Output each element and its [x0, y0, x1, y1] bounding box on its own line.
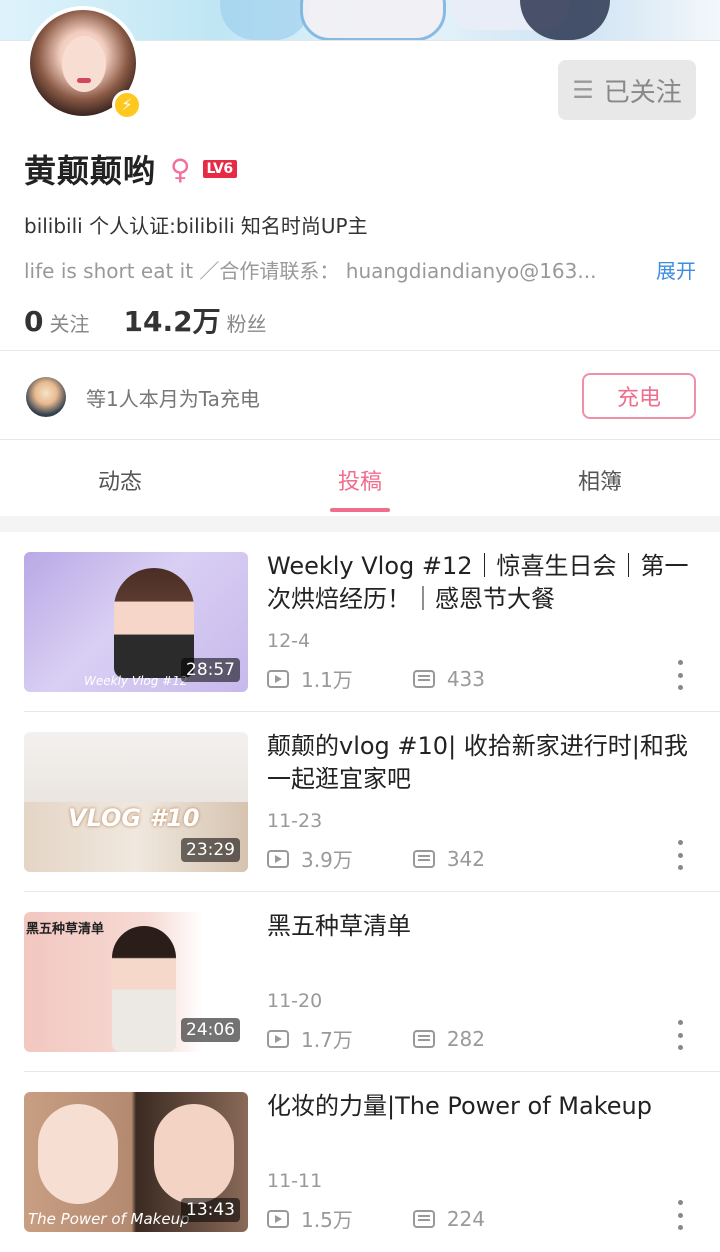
video-date: 12-4 [267, 630, 311, 652]
danmaku-icon [412, 669, 435, 688]
tab-albums[interactable]: 相簿 [540, 464, 660, 496]
signature-row: life is short eat it ／合作请联系： huangdiandi… [24, 255, 696, 284]
active-tab-indicator [330, 508, 390, 512]
danmaku-count: 342 [446, 846, 485, 871]
video-duration: 13:43 [181, 1198, 240, 1222]
avatar-lip [77, 78, 91, 83]
play-count-icon [267, 849, 289, 868]
following-label[interactable]: 关注 [49, 308, 89, 337]
video-title[interactable]: Weekly Vlog #12｜惊喜生日会｜第一次烘焙经历！｜感恩节大餐 [267, 550, 699, 616]
video-thumbnail[interactable]: 黑五种草清单 24:06 [24, 912, 248, 1052]
thumbnail-caption: 黑五种草清单 [26, 922, 105, 937]
video-item[interactable]: The Power of Makeup 13:43 化妆的力量|The Powe… [0, 1072, 720, 1252]
menu-icon: ☰ [572, 76, 594, 104]
followers-label[interactable]: 粉丝 [227, 308, 267, 337]
video-title[interactable]: 黑五种草清单 [267, 910, 699, 943]
gender-female-icon: ♀ [170, 152, 191, 186]
view-count: 1.5万 [301, 1208, 353, 1232]
video-date: 11-23 [267, 810, 323, 832]
followed-button-label: 已关注 [603, 77, 682, 108]
thumbnail-person [38, 1104, 118, 1204]
thumbnail-person [154, 1104, 234, 1204]
play-count-icon [267, 1029, 289, 1048]
more-options-icon[interactable] [672, 660, 688, 690]
video-duration: 23:29 [181, 838, 240, 862]
video-stats: 1.5万 224 [267, 1204, 485, 1233]
charge-text[interactable]: 等1人本月为Ta充电 [86, 383, 260, 412]
video-item[interactable]: 黑五种草清单 24:06 黑五种草清单 11-20 1.7万 282 [0, 892, 720, 1072]
more-options-icon[interactable] [672, 1200, 688, 1230]
view-count: 1.1万 [301, 668, 353, 692]
danmaku-icon [412, 1209, 435, 1228]
certification-text: bilibili 个人认证:bilibili 知名时尚UP主 [24, 214, 368, 238]
video-thumbnail[interactable]: VLOG #10 23:29 [24, 732, 248, 872]
charge-button[interactable]: 充电 [582, 373, 696, 419]
section-gap [0, 516, 720, 532]
followed-button[interactable]: ☰ 已关注 [558, 60, 696, 120]
video-duration: 24:06 [181, 1018, 240, 1042]
view-count: 3.9万 [301, 848, 353, 872]
video-stats: 3.9万 342 [267, 844, 485, 873]
danmaku-count: 433 [446, 666, 485, 691]
tab-bar: 动态 投稿 相簿 [0, 440, 720, 516]
banner-decoration [220, 0, 310, 40]
followers-count[interactable]: 14.2万 [123, 300, 220, 340]
thumbnail-caption: Weekly Vlog #12 [84, 674, 188, 688]
charger-avatar[interactable] [26, 377, 66, 417]
video-stats: 1.1万 433 [267, 664, 485, 693]
danmaku-icon [412, 849, 435, 868]
following-count[interactable]: 0 [24, 305, 43, 338]
tab-uploads[interactable]: 投稿 [300, 464, 420, 496]
level-badge: LV6 [202, 160, 237, 178]
verified-bolt-icon: ⚡ [112, 90, 142, 120]
video-duration: 28:57 [181, 658, 240, 682]
video-date: 11-11 [267, 1170, 323, 1192]
more-options-icon[interactable] [672, 840, 688, 870]
play-count-icon [267, 669, 289, 688]
video-item[interactable]: Weekly Vlog #12 28:57 Weekly Vlog #12｜惊喜… [0, 532, 720, 712]
tab-dynamic[interactable]: 动态 [60, 464, 180, 496]
video-title[interactable]: 颠颠的vlog #10| 收拾新家进行时|和我一起逛宜家吧 [267, 730, 699, 796]
username: 黄颠颠哟 [24, 152, 157, 190]
danmaku-count: 282 [446, 1026, 485, 1051]
name-row: 黄颠颠哟 ♀ LV6 [24, 146, 237, 192]
signature-text: life is short eat it ／合作请联系： huangdiandi… [24, 259, 597, 283]
stats-row: 0 关注 14.2万 粉丝 [24, 300, 301, 340]
video-stats: 1.7万 282 [267, 1024, 485, 1053]
video-item[interactable]: VLOG #10 23:29 颠颠的vlog #10| 收拾新家进行时|和我一起… [0, 712, 720, 892]
avatar-face [62, 36, 106, 92]
danmaku-icon [412, 1029, 435, 1048]
thumbnail-caption: VLOG #10 [68, 804, 200, 832]
thumbnail-person [112, 926, 176, 1052]
charge-row: 等1人本月为Ta充电 充电 [0, 351, 720, 439]
banner-decoration [300, 0, 446, 40]
view-count: 1.7万 [301, 1028, 353, 1052]
more-options-icon[interactable] [672, 1020, 688, 1050]
play-count-icon [267, 1209, 289, 1228]
video-date: 11-20 [267, 990, 323, 1012]
thumbnail-caption: The Power of Makeup [28, 1210, 190, 1228]
video-thumbnail[interactable]: Weekly Vlog #12 28:57 [24, 552, 248, 692]
video-thumbnail[interactable]: The Power of Makeup 13:43 [24, 1092, 248, 1232]
expand-link[interactable]: 展开 [656, 255, 696, 284]
video-title[interactable]: 化妆的力量|The Power of Makeup [267, 1090, 699, 1123]
banner-decoration [520, 0, 610, 40]
danmaku-count: 224 [446, 1206, 485, 1231]
